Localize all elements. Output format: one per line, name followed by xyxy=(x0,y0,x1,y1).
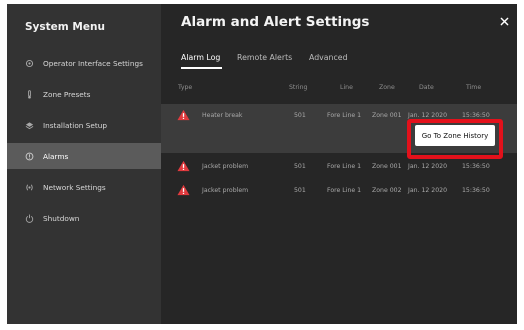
warning-icon xyxy=(177,109,190,121)
row-string: 501 xyxy=(294,163,306,170)
sidebar-item-label: Operator Interface Settings xyxy=(43,58,143,68)
sidebar-item-label: Network Settings xyxy=(43,182,106,192)
gear-icon xyxy=(25,59,34,68)
row-type: Jacket problem xyxy=(202,163,249,170)
column-header-type: Type xyxy=(178,84,193,91)
alarm-icon xyxy=(25,152,34,161)
column-header-line: Line xyxy=(340,84,353,91)
sidebar-item-label: Shutdown xyxy=(43,213,80,223)
sidebar-item-zone-presets[interactable]: Zone Presets xyxy=(7,81,161,107)
network-icon xyxy=(25,183,34,192)
sidebar-item-label: Zone Presets xyxy=(43,89,91,99)
app-window: System Menu Operator Interface Settings … xyxy=(7,4,517,324)
sidebar-item-operator-interface-settings[interactable]: Operator Interface Settings xyxy=(7,50,161,76)
warning-icon xyxy=(177,160,190,172)
layers-icon xyxy=(25,121,34,130)
row-time: 15:36:50 xyxy=(462,163,490,170)
row-line: Fore Line 1 xyxy=(327,163,362,170)
sidebar-item-shutdown[interactable]: Shutdown xyxy=(7,205,161,231)
row-line: Fore Line 1 xyxy=(327,112,362,119)
page-title: Alarm and Alert Settings xyxy=(181,14,370,30)
row-zone: Zone 001 xyxy=(372,163,402,170)
row-type: Heater break xyxy=(202,112,243,119)
column-header-time: Time xyxy=(466,84,482,91)
row-time: 15:36:50 xyxy=(462,187,490,194)
table-row[interactable]: Jacket problem 501 Fore Line 1 Zone 002 … xyxy=(161,179,517,203)
column-header-string: String xyxy=(289,84,308,91)
sidebar: System Menu Operator Interface Settings … xyxy=(7,4,161,324)
row-date: Jan. 12 2020 xyxy=(408,163,448,170)
row-zone: Zone 002 xyxy=(372,187,402,194)
sidebar-item-alarms[interactable]: Alarms xyxy=(7,143,161,169)
column-header-date: Date xyxy=(419,84,434,91)
row-string: 501 xyxy=(294,112,306,119)
close-icon xyxy=(500,17,508,25)
row-date: Jan. 12 2020 xyxy=(408,112,448,119)
sidebar-item-network-settings[interactable]: Network Settings xyxy=(7,174,161,200)
sidebar-item-label: Alarms xyxy=(43,151,69,161)
sidebar-item-label: Installation Setup xyxy=(43,120,107,130)
sidebar-title: System Menu xyxy=(25,21,105,33)
power-icon xyxy=(25,214,34,223)
column-header-zone: Zone xyxy=(379,84,395,91)
row-type: Jacket problem xyxy=(202,187,249,194)
row-line: Fore Line 1 xyxy=(327,187,362,194)
warning-icon xyxy=(177,184,190,196)
row-date: Jan. 12 2020 xyxy=(408,187,448,194)
row-time: 15:36:50 xyxy=(462,112,490,119)
row-string: 501 xyxy=(294,187,306,194)
close-button[interactable] xyxy=(497,14,511,28)
main-panel: Alarm and Alert Settings Alarm Log Remot… xyxy=(161,4,517,324)
active-tab-indicator xyxy=(181,67,222,69)
sidebar-item-installation-setup[interactable]: Installation Setup xyxy=(7,112,161,138)
thermometer-icon xyxy=(25,89,34,99)
row-zone: Zone 001 xyxy=(372,112,402,119)
tab-remote-alerts[interactable]: Remote Alerts xyxy=(237,53,292,62)
go-to-zone-history-button[interactable]: Go To Zone History xyxy=(415,125,495,146)
tab-alarm-log[interactable]: Alarm Log xyxy=(181,53,220,62)
tab-advanced[interactable]: Advanced xyxy=(309,53,348,62)
